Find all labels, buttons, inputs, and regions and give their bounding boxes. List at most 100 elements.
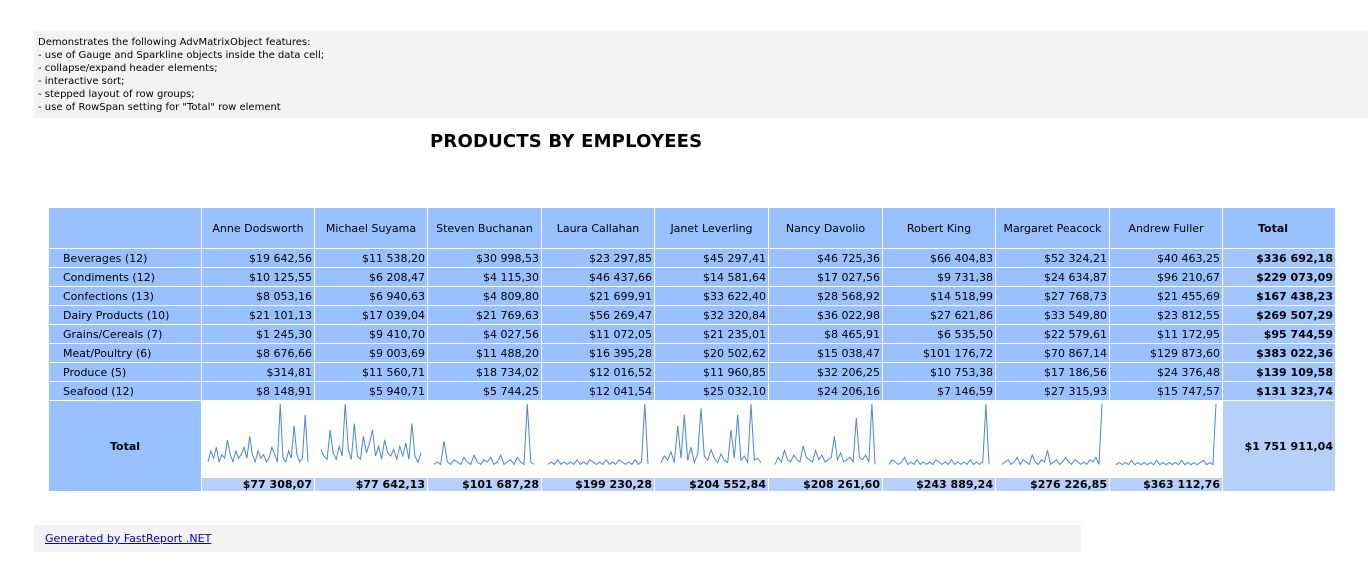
- row-total-cell: $95 744,59: [1222, 324, 1336, 344]
- footer-bar: Generated by FastReport .NET: [34, 525, 1081, 552]
- category-label[interactable]: Dairy Products (10): [48, 305, 202, 325]
- value-cell: $11 538,20: [314, 248, 428, 268]
- sparkline-cell: [427, 400, 542, 478]
- value-cell: $70 867,14: [995, 343, 1110, 363]
- table-row: Meat/Poultry (6) $8 676,66 $9 003,69 $11 48…: [48, 343, 1336, 363]
- value-cell: $12 016,52: [541, 362, 655, 382]
- value-cell: $6 940,63: [314, 286, 428, 306]
- value-cell: $9 003,69: [314, 343, 428, 363]
- value-cell: $33 622,40: [654, 286, 769, 306]
- employee-header[interactable]: Nancy Davolio: [768, 207, 883, 249]
- total-header[interactable]: Total: [1222, 207, 1336, 249]
- value-cell: $21 235,01: [654, 324, 769, 344]
- sparkline-line: [1115, 403, 1217, 466]
- sparkline-line: [774, 403, 876, 465]
- value-cell: $9 731,38: [882, 267, 996, 287]
- description-panel: Demonstrates the following AdvMatrixObje…: [34, 31, 1368, 118]
- row-total-cell: $131 323,74: [1222, 381, 1336, 401]
- value-cell: $24 206,16: [768, 381, 883, 401]
- value-cell: $66 404,83: [882, 248, 996, 268]
- column-total-cell: $276 226,85: [995, 477, 1110, 492]
- row-total-cell: $383 022,36: [1222, 343, 1336, 363]
- value-cell: $6 535,50: [882, 324, 996, 344]
- header-row: Anne Dodsworth Michael Suyama Steven Bucha…: [48, 207, 1336, 249]
- sparkline-line: [888, 403, 990, 466]
- value-cell: $17 186,56: [995, 362, 1110, 382]
- sparkline-row: Total $1 751 911,04: [48, 400, 1336, 492]
- category-label[interactable]: Seafood (12): [48, 381, 202, 401]
- sparkline-chart: [547, 403, 649, 466]
- category-label[interactable]: Condiments (12): [48, 267, 202, 287]
- value-cell: $4 809,80: [427, 286, 542, 306]
- value-cell: $17 039,04: [314, 305, 428, 325]
- value-cell: $36 022,98: [768, 305, 883, 325]
- sparkline-cell: [654, 400, 769, 478]
- sparkline-line: [320, 403, 422, 464]
- table-row: Seafood (12) $8 148,91 $5 940,71 $5 744,25 $…: [48, 381, 1336, 401]
- employee-header[interactable]: Laura Callahan: [541, 207, 655, 249]
- column-totals-row: $77 308,07 $77 642,13 $101 687,28 $199 230,…: [49, 477, 1336, 492]
- value-cell: $6 208,47: [314, 267, 428, 287]
- value-cell: $52 324,21: [995, 248, 1110, 268]
- value-cell: $8 148,91: [201, 381, 315, 401]
- value-cell: $10 753,38: [882, 362, 996, 382]
- value-cell: $5 940,71: [314, 381, 428, 401]
- value-cell: $11 072,05: [541, 324, 655, 344]
- sparkline-chart: [433, 403, 535, 466]
- sparkline-line: [547, 403, 649, 466]
- employee-header[interactable]: Andrew Fuller: [1109, 207, 1223, 249]
- sparkline-cell: [314, 400, 428, 478]
- employee-header[interactable]: Robert King: [882, 207, 996, 249]
- sparkline-cell: [768, 400, 883, 478]
- value-cell: $23 297,85: [541, 248, 655, 268]
- value-cell: $24 634,87: [995, 267, 1110, 287]
- report-title: PRODUCTS BY EMPLOYEES: [430, 131, 703, 152]
- table-row: Grains/Cereals (7) $1 245,30 $9 410,70 $4 0…: [48, 324, 1336, 344]
- sparkline-chart: [1115, 403, 1217, 466]
- column-total-cell: $101 687,28: [427, 477, 542, 492]
- value-cell: $46 437,66: [541, 267, 655, 287]
- value-cell: $14 518,99: [882, 286, 996, 306]
- sparkline-line: [1001, 403, 1103, 466]
- value-cell: $11 960,85: [654, 362, 769, 382]
- employee-header[interactable]: Anne Dodsworth: [201, 207, 315, 249]
- row-total-cell: $139 109,58: [1222, 362, 1336, 382]
- value-cell: $8 676,66: [201, 343, 315, 363]
- value-cell: $21 699,91: [541, 286, 655, 306]
- employee-header[interactable]: Janet Leverling: [654, 207, 769, 249]
- category-label[interactable]: Meat/Poultry (6): [48, 343, 202, 363]
- sparkline-chart: [774, 403, 876, 465]
- sparkline-chart: [207, 403, 309, 464]
- value-cell: $11 172,95: [1109, 324, 1223, 344]
- grand-total-cell: $1 751 911,04: [1222, 400, 1336, 492]
- category-label[interactable]: Beverages (12): [48, 248, 202, 268]
- description-line: Demonstrates the following AdvMatrixObje…: [38, 37, 311, 48]
- category-label[interactable]: Produce (5): [48, 362, 202, 382]
- value-cell: $129 873,60: [1109, 343, 1223, 363]
- value-cell: $8 465,91: [768, 324, 883, 344]
- value-cell: $14 581,64: [654, 267, 769, 287]
- value-cell: $56 269,47: [541, 305, 655, 325]
- corner-cell: [48, 207, 202, 249]
- value-cell: $17 027,56: [768, 267, 883, 287]
- value-cell: $7 146,59: [882, 381, 996, 401]
- value-cell: $10 125,55: [201, 267, 315, 287]
- value-cell: $40 463,25: [1109, 248, 1223, 268]
- value-cell: $24 376,48: [1109, 362, 1223, 382]
- sparkline-chart: [1001, 403, 1103, 466]
- value-cell: $30 998,53: [427, 248, 542, 268]
- fastreport-link[interactable]: Generated by FastReport .NET: [45, 532, 211, 545]
- value-cell: $28 568,92: [768, 286, 883, 306]
- category-label[interactable]: Confections (13): [48, 286, 202, 306]
- value-cell: $18 734,02: [427, 362, 542, 382]
- value-cell: $15 747,57: [1109, 381, 1223, 401]
- value-cell: $46 725,36: [768, 248, 883, 268]
- sparkline-cell: [995, 400, 1110, 478]
- employee-header[interactable]: Margaret Peacock: [995, 207, 1110, 249]
- table-row: Condiments (12) $10 125,55 $6 208,47 $4 115…: [48, 267, 1336, 287]
- employee-header[interactable]: Michael Suyama: [314, 207, 428, 249]
- employee-header[interactable]: Steven Buchanan: [427, 207, 542, 249]
- value-cell: $27 621,86: [882, 305, 996, 325]
- value-cell: $33 549,80: [995, 305, 1110, 325]
- category-label[interactable]: Grains/Cereals (7): [48, 324, 202, 344]
